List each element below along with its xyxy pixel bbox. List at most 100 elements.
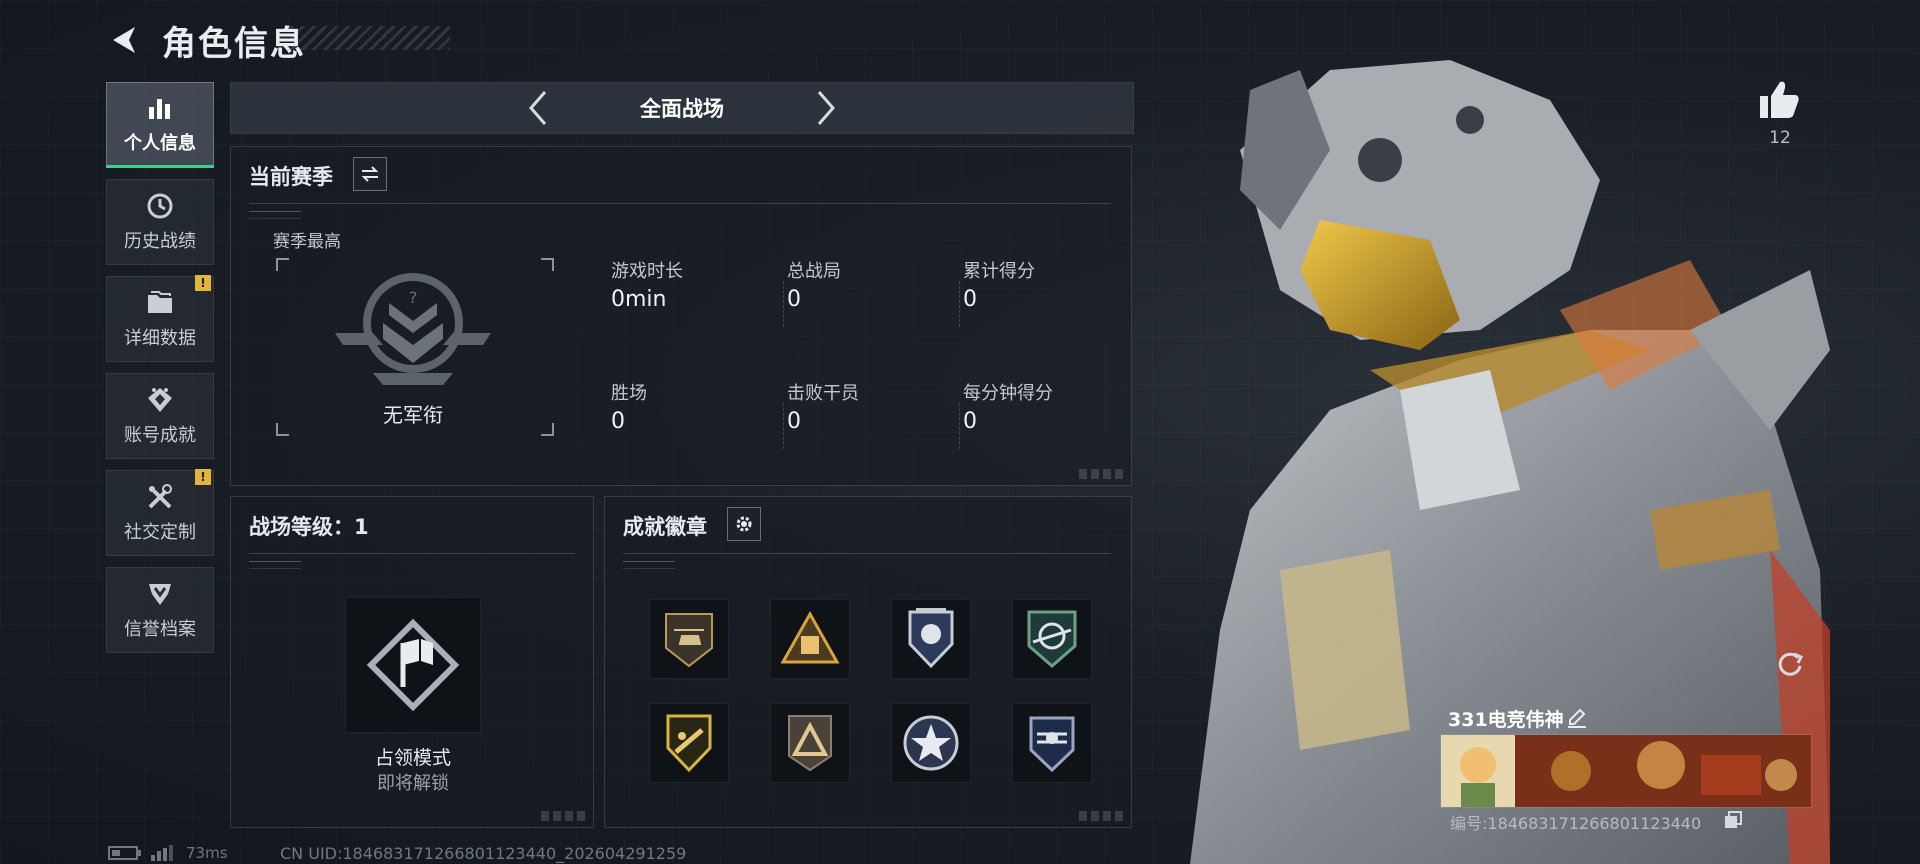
player-id: 编号:1846831712668011234​40 xyxy=(1450,814,1702,833)
star-badge-icon xyxy=(903,715,959,771)
chevron-left-icon xyxy=(529,91,547,125)
decoration-lines xyxy=(249,211,301,219)
divider xyxy=(623,553,1111,554)
nav-item-label: 账号成就 xyxy=(124,425,196,446)
back-button[interactable] xyxy=(104,18,144,62)
stat-separator xyxy=(959,403,961,449)
nav-item-label: 信誉档案 xyxy=(124,619,196,640)
alert-badge: ! xyxy=(195,469,211,485)
like-count: 12 xyxy=(1769,128,1791,148)
name-card-banner[interactable] xyxy=(1440,734,1812,808)
tools-icon xyxy=(145,482,175,512)
stat-label: 每分钟得分 xyxy=(963,383,1053,404)
stat-separator xyxy=(783,403,785,449)
edit-icon[interactable] xyxy=(1566,706,1588,728)
swap-icon xyxy=(361,166,379,182)
nav-item-history[interactable]: 历史战绩 xyxy=(106,179,214,265)
stat-separator xyxy=(783,281,785,327)
divider xyxy=(249,553,575,554)
emblem-badge-icon xyxy=(1029,716,1075,773)
gear-icon xyxy=(736,516,752,532)
season-panel: 当前赛季 赛季最高 ? 无军衔 游戏时长 0min 总战局 0 累计得分 0 胜… xyxy=(230,146,1132,486)
battlefield-level-title: 战场等级：1 xyxy=(249,515,369,539)
pyramid-badge[interactable] xyxy=(770,599,850,679)
like-icon[interactable] xyxy=(1756,76,1802,122)
season-title: 当前赛季 xyxy=(249,165,333,189)
flag-diamond-icon xyxy=(366,618,460,712)
stat-value: 0 xyxy=(787,409,801,434)
page-title: 角色信息 xyxy=(162,24,306,64)
helicopter-badge-icon xyxy=(665,613,713,668)
rotate-icon[interactable] xyxy=(1774,648,1806,680)
rank-name: 无军衔 xyxy=(383,403,443,427)
alert-badge: ! xyxy=(195,275,211,291)
shield-icon xyxy=(145,579,175,609)
battlefield-level-panel: 战场等级：1 占领模式 即将解锁 xyxy=(230,496,594,828)
emblem-badge[interactable] xyxy=(1012,703,1092,783)
mode-status: 即将解锁 xyxy=(377,773,449,794)
copy-icon[interactable] xyxy=(1724,811,1742,829)
triangle-badge-icon xyxy=(788,715,832,772)
eagle-shield-badge-icon xyxy=(908,608,954,669)
corner-decoration xyxy=(1079,811,1123,821)
uid-display: CN UID:1846831712668011234​40_2026042912… xyxy=(280,844,687,863)
mode-title: 全面战场 xyxy=(640,97,724,121)
decoration-lines xyxy=(249,561,301,569)
rank-emblem-icon: ? xyxy=(335,273,491,385)
star-badge[interactable] xyxy=(891,703,971,783)
stat-value: 0 xyxy=(963,409,977,434)
ping-display: 73ms xyxy=(186,844,228,862)
stat-value: 0min xyxy=(611,287,667,312)
mode-prev-button[interactable] xyxy=(519,89,557,127)
stat-value: 0 xyxy=(611,409,625,434)
badges-settings-button[interactable] xyxy=(727,507,761,541)
mode-name: 占领模式 xyxy=(374,747,451,769)
mode-selector: 全面战场 xyxy=(230,82,1134,134)
title-decoration xyxy=(290,26,450,50)
stat-label: 累计得分 xyxy=(963,261,1035,282)
achievement-badges-panel: 成就徽章 xyxy=(604,496,1132,828)
corner-decoration xyxy=(1079,469,1123,479)
stat-value: 0 xyxy=(963,287,977,312)
nav-item-social-custom[interactable]: ! 社交定制 xyxy=(106,469,214,556)
weapon-badge-icon xyxy=(666,714,712,773)
triangle-badge[interactable] xyxy=(770,703,850,783)
corner-decoration xyxy=(541,811,585,821)
nav-item-label: 个人信息 xyxy=(124,133,196,154)
weapon-badge[interactable] xyxy=(649,703,729,783)
mode-card[interactable] xyxy=(345,597,481,733)
nav-item-label: 社交定制 xyxy=(124,522,196,543)
signal-icon xyxy=(151,845,173,861)
divider xyxy=(249,203,1111,204)
nav-item-label: 详细数据 xyxy=(124,328,196,349)
helicopter-badge[interactable] xyxy=(649,599,729,679)
chevron-right-icon xyxy=(817,91,835,125)
battery-icon xyxy=(108,846,141,860)
season-switch-button[interactable] xyxy=(353,157,387,191)
stat-label: 击败干员 xyxy=(787,383,859,404)
nav-item-detailed-data[interactable]: ! 详细数据 xyxy=(106,275,214,362)
stat-label: 游戏时长 xyxy=(611,261,683,282)
name-card-art xyxy=(1441,735,1811,807)
decoration-lines xyxy=(623,561,675,569)
nav-item-label: 历史战绩 xyxy=(124,231,196,252)
svg-text:?: ? xyxy=(409,288,418,307)
nav-item-achievements[interactable]: 账号成就 xyxy=(106,373,214,459)
nav-item-personal-info[interactable]: 个人信息 xyxy=(106,82,214,168)
stat-value: 0 xyxy=(787,287,801,312)
stat-label: 总战局 xyxy=(787,261,841,282)
planet-badge-icon xyxy=(1027,610,1077,668)
back-arrow-icon xyxy=(113,27,135,53)
pyramid-badge-icon xyxy=(780,610,840,664)
stat-label: 胜场 xyxy=(611,383,647,404)
nav-item-credit-record[interactable]: 信誉档案 xyxy=(106,567,214,653)
clock-icon xyxy=(145,191,175,221)
bar-chart-icon xyxy=(145,93,175,123)
mode-next-button[interactable] xyxy=(807,89,845,127)
season-best-label: 赛季最高 xyxy=(273,232,341,252)
stat-separator xyxy=(959,281,961,327)
achievement-icon xyxy=(145,385,175,415)
player-name: 331电竞伟神 xyxy=(1448,709,1564,731)
planet-badge[interactable] xyxy=(1012,599,1092,679)
eagle-shield-badge[interactable] xyxy=(891,599,971,679)
